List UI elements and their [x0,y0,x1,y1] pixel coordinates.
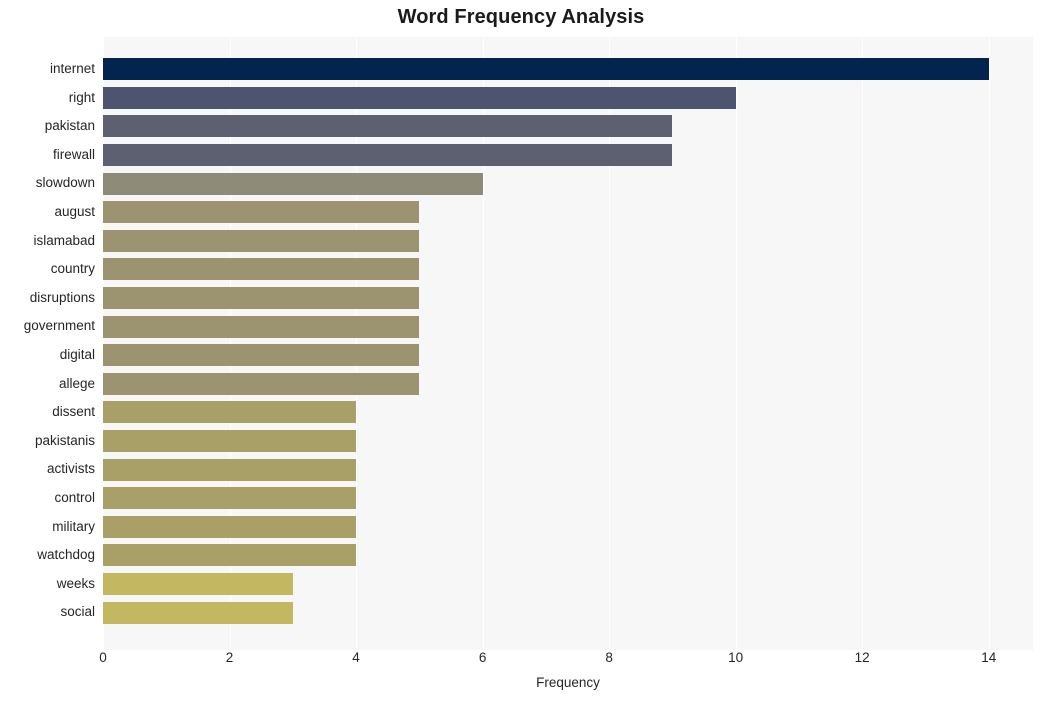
bars-layer [103,37,1033,650]
bar[interactable] [103,144,673,167]
x-axis-tick-label: 8 [605,650,613,665]
bar-row[interactable] [103,112,1033,141]
y-axis-tick-label: digital [59,347,95,362]
bar-row[interactable] [103,84,1033,113]
bar-row[interactable] [103,370,1033,399]
bar[interactable] [103,458,357,481]
bar[interactable] [103,258,420,281]
bar[interactable] [103,229,420,252]
y-axis-tick-labels: internet right pakistan firewall slowdown aug… [0,37,95,650]
bar-row[interactable] [103,255,1033,284]
y-axis-tick-label: activists [46,461,95,477]
bar[interactable] [103,372,420,395]
y-axis-tick-label: military [52,518,95,534]
x-axis-tick-labels: 0 2 4 6 8 10 12 14 [0,650,1042,672]
bar-row[interactable] [103,169,1033,198]
y-axis-tick-label: social [60,604,95,620]
bar-row[interactable] [103,198,1033,227]
y-axis-tick-label: pakistan [44,118,95,134]
chart-title: Word Frequency Analysis [397,6,645,28]
x-axis-tick-label: 0 [99,650,107,665]
bar[interactable] [103,58,989,81]
bar-row[interactable] [103,141,1033,170]
x-axis-tick-label: 14 [981,650,997,665]
y-axis-tick-label: internet [49,61,95,76]
y-axis-tick-label: allege [58,375,95,391]
y-axis-tick-label: government [23,318,95,334]
y-axis-tick-label: islamabad [33,232,95,248]
bar-row[interactable] [103,455,1033,484]
bar-row[interactable] [103,427,1033,456]
x-axis-tick-label: 2 [225,650,234,665]
word-frequency-chart: Word Frequency Analysis internet right pak… [0,0,1042,701]
bar-row[interactable] [103,55,1033,84]
bar-row[interactable] [103,513,1033,542]
bar[interactable] [103,344,420,367]
bar[interactable] [103,86,736,109]
y-axis-tick-label: august [54,204,95,219]
bar-row[interactable] [103,398,1033,427]
y-axis-tick-label: country [50,261,95,277]
bar-row[interactable] [103,570,1033,599]
bar-row[interactable] [103,541,1033,570]
bar[interactable] [103,515,357,538]
bar[interactable] [103,287,420,310]
bar-row[interactable] [103,284,1033,313]
bar[interactable] [103,201,420,224]
x-axis-tick-label: 12 [854,650,870,665]
bar[interactable] [103,115,673,138]
y-axis-tick-label: firewall [52,146,95,162]
y-axis-tick-label: dissent [52,404,95,420]
bar-row[interactable] [103,341,1033,370]
x-axis-tick-label: 6 [478,650,487,665]
x-axis-tick-label: 4 [352,650,360,665]
bar[interactable] [103,487,357,510]
y-axis-tick-label: slowdown [35,175,95,191]
y-axis-tick-label: weeks [56,575,95,591]
bar-row[interactable] [103,598,1033,627]
bar[interactable] [103,430,357,453]
y-axis-tick-label: pakistanis [34,432,95,448]
y-axis-tick-label: watchdog [37,547,95,563]
y-axis-tick-label: disruptions [29,289,95,305]
bar[interactable] [103,315,420,338]
bar[interactable] [103,601,293,624]
x-axis-tick-label: 10 [728,650,744,665]
bar[interactable] [103,544,357,567]
bar-row[interactable] [103,484,1033,513]
bar-row[interactable] [103,312,1033,341]
x-axis-title: Frequency [536,675,600,690]
bar[interactable] [103,573,293,596]
y-axis-tick-label: right [68,89,95,105]
bar-row[interactable] [103,227,1033,256]
y-axis-tick-label: control [54,490,95,505]
bar[interactable] [103,172,483,195]
bar[interactable] [103,401,357,424]
plot-area [103,37,1033,650]
